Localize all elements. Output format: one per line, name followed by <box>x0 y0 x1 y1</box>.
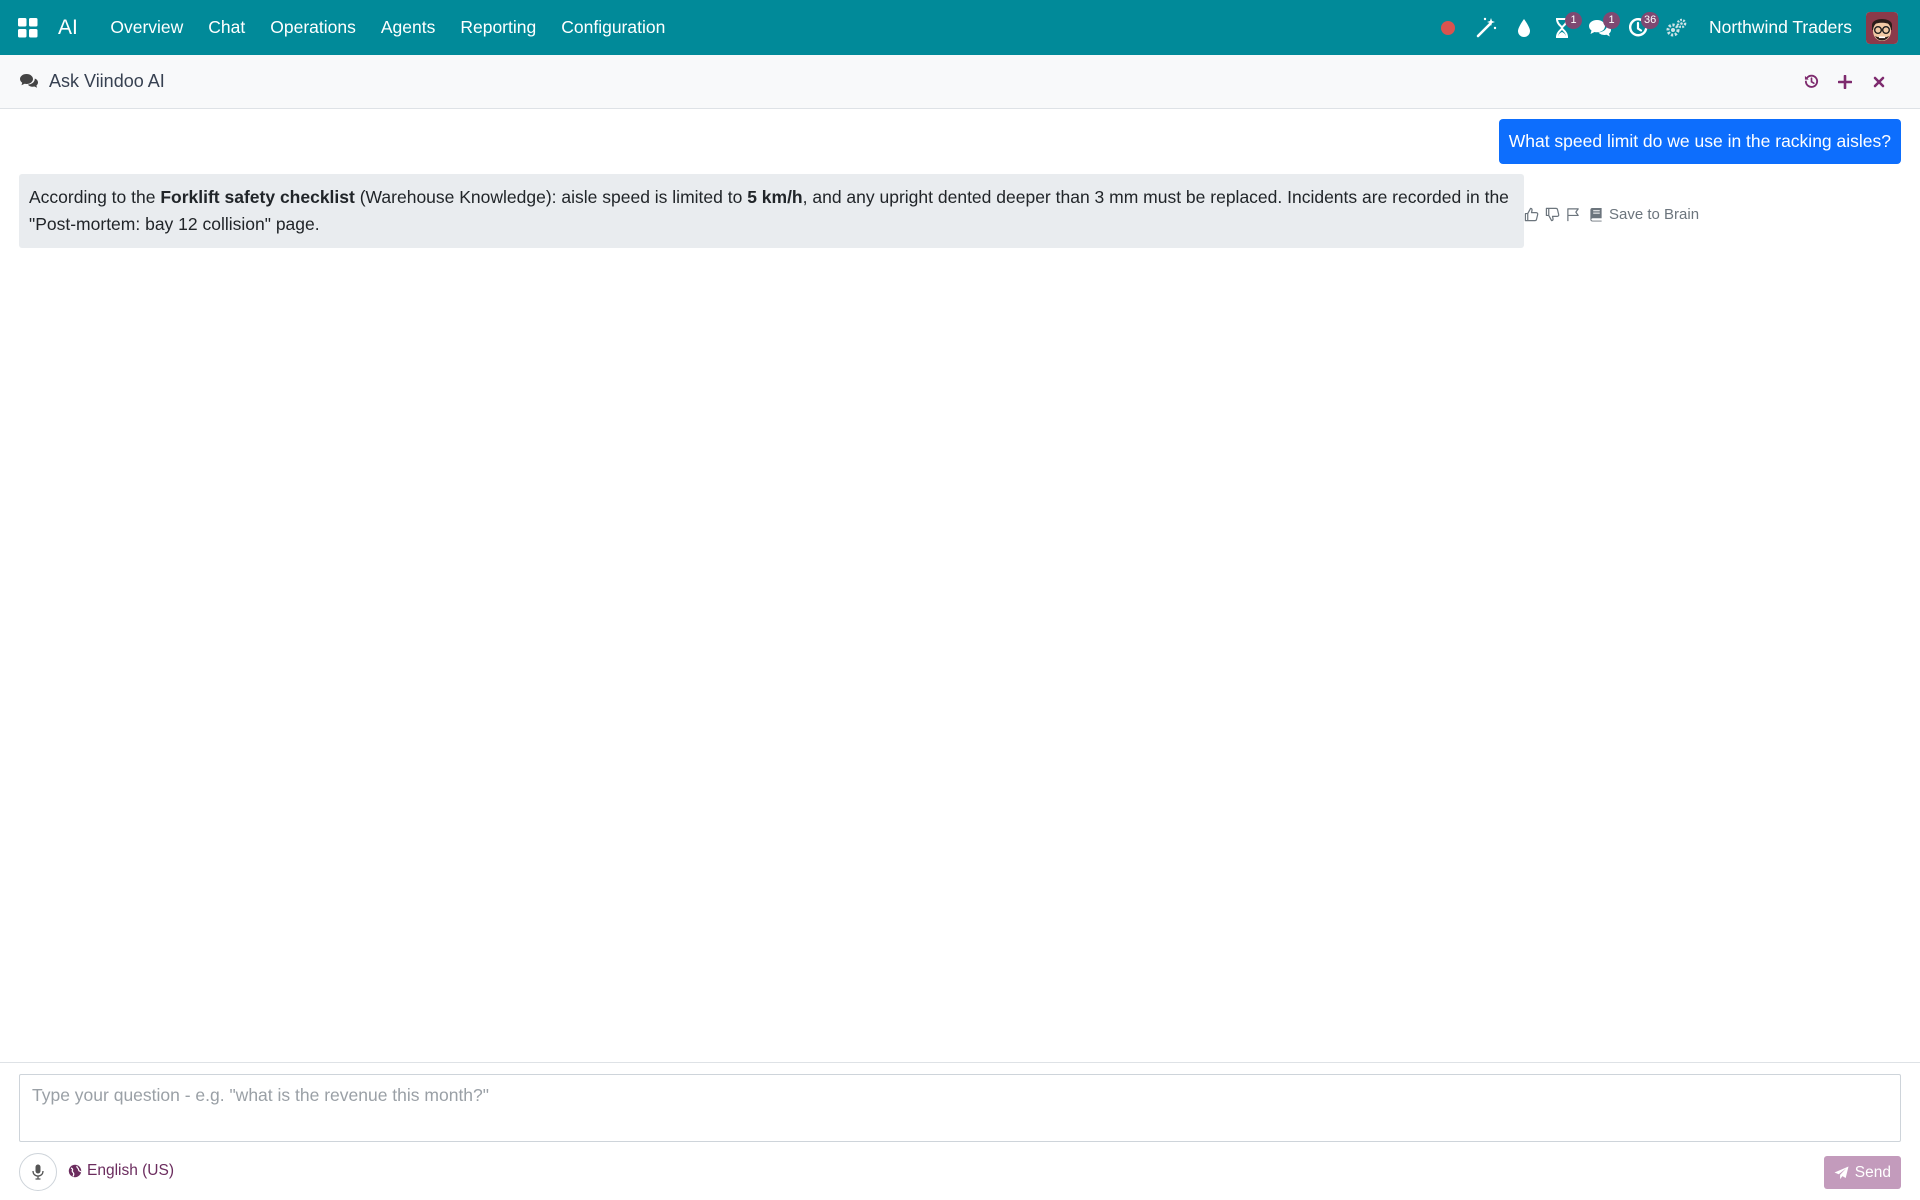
history-button[interactable] <box>1794 65 1828 99</box>
thumbs-up-icon <box>1524 207 1539 222</box>
thumbs-down-icon <box>1545 207 1560 222</box>
settings-button[interactable] <box>1657 0 1695 55</box>
messages-button[interactable]: 1 <box>1581 0 1621 55</box>
company-switcher[interactable]: Northwind Traders <box>1709 17 1852 38</box>
app-name[interactable]: AI <box>58 16 78 40</box>
dislike-button[interactable] <box>1545 207 1560 222</box>
ai-message: According to the Forklift safety checkli… <box>19 174 1524 248</box>
message-actions: Save to Brain <box>1524 206 1699 223</box>
save-to-brain-button[interactable]: Save to Brain <box>1589 206 1699 223</box>
menu-chat[interactable]: Chat <box>196 0 258 55</box>
conversation-area[interactable]: What speed limit do we use in the rackin… <box>0 110 1920 1062</box>
gears-icon <box>1666 18 1687 36</box>
chat-title-text: Ask Viindoo AI <box>49 71 165 91</box>
book-icon <box>1590 207 1602 222</box>
paper-plane-icon <box>1834 1165 1849 1179</box>
globe-icon <box>68 1164 82 1178</box>
menu-agents[interactable]: Agents <box>368 0 447 55</box>
chat-header: Ask Viindoo AI <box>0 55 1920 109</box>
ai-message-highlight: 5 km/h <box>747 187 803 207</box>
apps-menu-button[interactable] <box>0 0 56 55</box>
droplet-icon <box>1518 18 1531 37</box>
question-input[interactable] <box>19 1074 1901 1142</box>
user-avatar[interactable] <box>1866 11 1898 44</box>
ai-message-text-1: According to the <box>29 187 161 207</box>
apps-icon <box>18 17 38 37</box>
menu-operations[interactable]: Operations <box>258 0 369 55</box>
ai-message-text-2: (Warehouse Knowledge): aisle speed is li… <box>354 187 748 207</box>
clock-button[interactable]: 36 <box>1619 0 1660 55</box>
record-button[interactable] <box>1429 0 1467 55</box>
flag-icon <box>1567 208 1579 222</box>
activities-button[interactable]: 1 <box>1543 0 1583 55</box>
like-button[interactable] <box>1524 207 1539 222</box>
chat-title: Ask Viindoo AI <box>19 71 165 92</box>
save-to-brain-label: Save to Brain <box>1609 206 1700 223</box>
language-selector[interactable]: English (US) <box>68 1162 174 1180</box>
microphone-icon <box>32 1164 44 1180</box>
comments-icon <box>20 74 38 88</box>
voice-input-button[interactable] <box>19 1153 57 1191</box>
messages-badge: 1 <box>1603 12 1621 29</box>
send-label: Send <box>1854 1163 1891 1181</box>
header-actions <box>1794 65 1920 99</box>
ai-magic-button[interactable] <box>1467 0 1505 55</box>
language-label: English (US) <box>87 1162 174 1179</box>
avatar-face-icon <box>1866 11 1898 44</box>
ai-message-source-link: Forklift safety checklist <box>160 187 355 207</box>
user-message: What speed limit do we use in the rackin… <box>1498 119 1901 164</box>
close-chat-button[interactable] <box>1862 65 1896 99</box>
menu-configuration[interactable]: Configuration <box>549 0 678 55</box>
close-icon <box>1873 76 1885 87</box>
plus-icon <box>1838 74 1852 89</box>
menu-overview[interactable]: Overview <box>98 0 196 55</box>
systray: 1 1 36 Northwind Traders <box>1429 0 1920 55</box>
magic-wand-icon <box>1476 17 1497 37</box>
send-button[interactable]: Send <box>1823 1156 1901 1189</box>
main-menu: Overview Chat Operations Agents Reportin… <box>98 0 678 55</box>
new-chat-button[interactable] <box>1828 65 1862 99</box>
theme-button[interactable] <box>1505 0 1543 55</box>
menu-reporting[interactable]: Reporting <box>448 0 549 55</box>
top-navbar: AI Overview Chat Operations Agents Repor… <box>0 0 1920 55</box>
history-icon <box>1804 74 1818 88</box>
record-dot-icon <box>1441 20 1456 35</box>
report-button[interactable] <box>1566 207 1581 222</box>
composer: English (US) Send <box>0 1062 1920 1200</box>
activities-badge: 1 <box>1565 12 1583 29</box>
